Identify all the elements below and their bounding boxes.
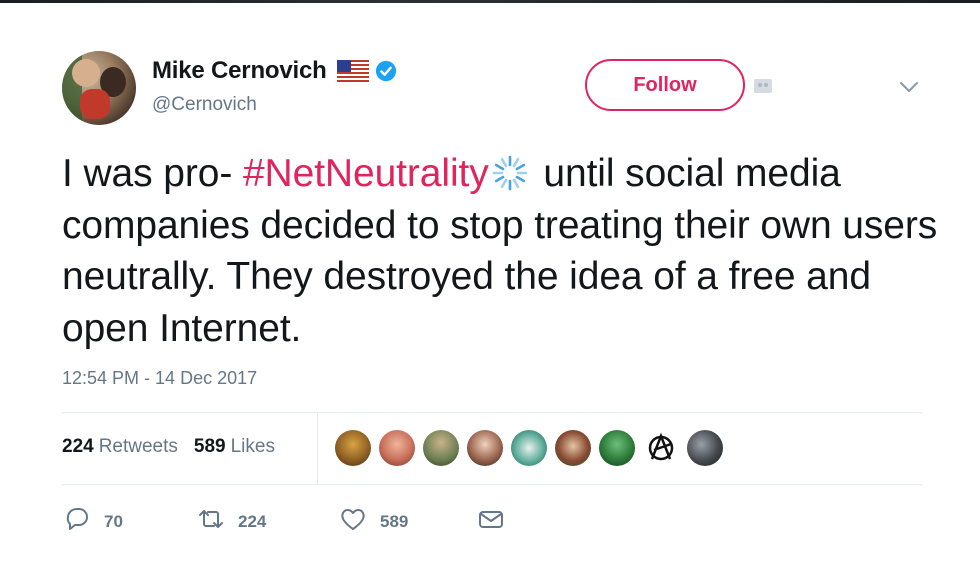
liker-avatar[interactable] — [335, 430, 371, 466]
like-count: 589 — [380, 511, 409, 531]
heart-icon — [338, 504, 368, 539]
likes-stat[interactable]: 589 Likes — [194, 436, 275, 458]
follow-badge-icon — [753, 77, 773, 95]
engagement-stats: 224 Retweets 589 Likes — [62, 436, 291, 458]
liker-avatar[interactable] — [379, 430, 415, 466]
us-flag-icon — [336, 60, 369, 82]
author-display-name[interactable]: Mike Cernovich — [152, 57, 327, 85]
retweet-count: 224 — [238, 511, 267, 531]
verified-badge-icon — [375, 60, 397, 82]
like-button[interactable]: 589 — [338, 504, 446, 539]
liker-avatars — [335, 430, 731, 466]
liker-avatar[interactable] — [511, 430, 547, 466]
divider — [62, 484, 922, 485]
liker-avatar[interactable] — [555, 430, 591, 466]
divider — [62, 412, 922, 413]
avatar[interactable] — [62, 51, 136, 125]
liker-avatar[interactable] — [467, 430, 503, 466]
divider — [317, 413, 318, 484]
hashtag-link[interactable]: #NetNeutrality — [243, 152, 489, 195]
author-handle[interactable]: @Cernovich — [152, 94, 257, 116]
reply-count: 70 — [104, 511, 123, 531]
direct-message-button[interactable] — [476, 504, 506, 539]
liker-avatar[interactable] — [643, 430, 679, 466]
tweet-text: I was pro- #NetNeutrality until social m… — [62, 148, 942, 354]
chevron-down-icon[interactable] — [898, 79, 920, 95]
liker-avatar[interactable] — [423, 430, 459, 466]
retweet-icon — [196, 504, 226, 539]
retweets-stat[interactable]: 224 Retweets — [62, 436, 178, 458]
liker-avatar[interactable] — [599, 430, 635, 466]
spinner-icon — [491, 154, 529, 192]
author-name-row: Mike Cernovich — [152, 56, 397, 86]
tweet-timestamp[interactable]: 12:54 PM - 14 Dec 2017 — [62, 368, 257, 389]
liker-avatar[interactable] — [687, 430, 723, 466]
reply-button[interactable]: 70 — [62, 504, 154, 539]
tweet-actions: 70 224 589 — [62, 504, 536, 539]
top-edge-band — [0, 0, 980, 3]
follow-button[interactable]: Follow — [585, 59, 745, 111]
envelope-icon — [476, 504, 506, 539]
reply-icon — [62, 504, 92, 539]
tweet-text-part1: I was pro- — [62, 152, 243, 195]
retweet-button[interactable]: 224 — [196, 504, 298, 539]
